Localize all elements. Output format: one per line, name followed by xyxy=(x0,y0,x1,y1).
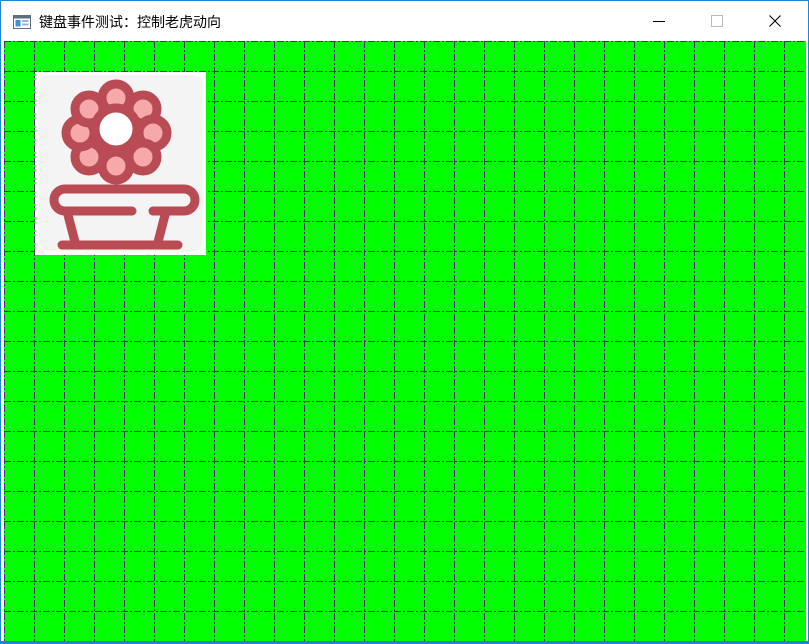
title-bar[interactable]: 键盘事件测试：控制老虎动向 xyxy=(1,1,808,41)
close-icon xyxy=(769,15,781,27)
flower-pot-icon xyxy=(49,79,200,250)
tiger-sprite[interactable] xyxy=(35,72,206,255)
game-canvas[interactable] xyxy=(4,41,806,641)
window-title: 键盘事件测试：控制老虎动向 xyxy=(39,14,221,30)
window-app-icon xyxy=(13,15,31,29)
window-bottom-border xyxy=(1,641,808,643)
minimize-button[interactable] xyxy=(630,1,688,41)
minimize-icon xyxy=(653,21,665,22)
maximize-button[interactable] xyxy=(688,1,746,41)
maximize-icon xyxy=(711,15,723,27)
close-button[interactable] xyxy=(746,1,804,41)
app-window: 键盘事件测试：控制老虎动向 xyxy=(0,0,809,644)
